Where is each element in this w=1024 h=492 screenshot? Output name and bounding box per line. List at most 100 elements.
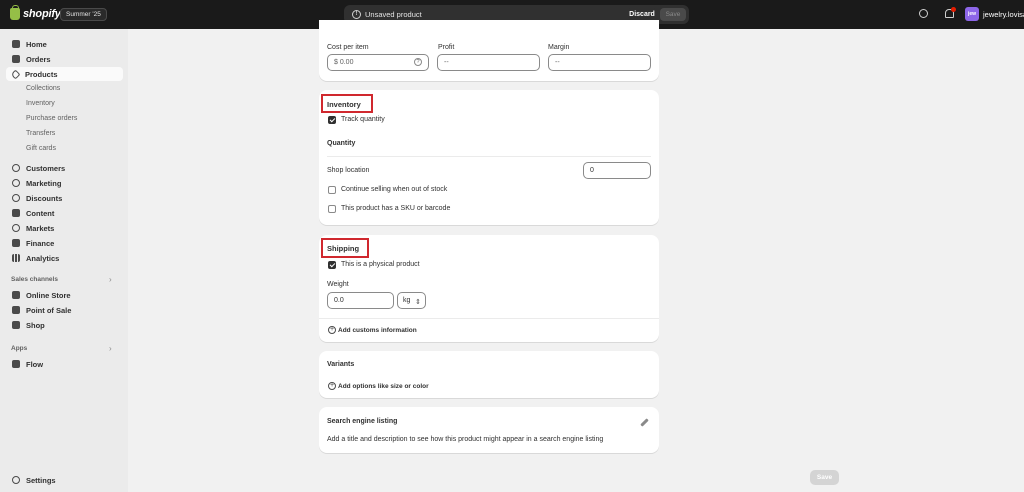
sidebar-item-label: Analytics xyxy=(26,253,60,263)
gear-icon xyxy=(12,476,20,484)
variants-title: Variants xyxy=(327,361,355,368)
globe-icon xyxy=(12,224,20,232)
apps-heading[interactable]: Apps xyxy=(11,345,27,352)
location-quantity-input[interactable]: 0 xyxy=(583,162,651,179)
weight-unit-value: kg xyxy=(403,297,411,304)
chevron-right-icon[interactable]: › xyxy=(109,275,112,284)
track-quantity-label: Track quantity xyxy=(341,116,385,123)
sidebar-item-label: Markets xyxy=(26,223,55,233)
sidebar-item-settings[interactable]: Settings xyxy=(6,473,123,487)
home-icon xyxy=(12,40,20,48)
profit-field: -- xyxy=(437,54,540,71)
sidebar-subitem-purchase-orders[interactable]: Purchase orders xyxy=(26,115,77,122)
shipping-highlight-box xyxy=(321,238,369,258)
chevron-right-icon[interactable]: › xyxy=(109,344,112,353)
chart-icon xyxy=(12,254,20,262)
sidebar-item-label: Flow xyxy=(26,359,44,369)
flow-icon xyxy=(12,360,20,368)
sidebar-subitem-collections[interactable]: Collections xyxy=(26,85,60,92)
sidebar-item-online-store[interactable]: Online Store xyxy=(6,288,123,302)
sidebar-subitem-transfers[interactable]: Transfers xyxy=(26,130,55,137)
add-customs-link[interactable]: Add customs information xyxy=(338,327,417,334)
sidebar-item-label: Products xyxy=(25,69,58,79)
plus-circle-icon: + xyxy=(328,326,336,334)
info-icon: ! xyxy=(352,10,361,19)
save-button[interactable]: Save xyxy=(660,8,686,21)
inventory-card: Inventory Track quantity Quantity Shop l… xyxy=(319,90,659,225)
physical-product-checkbox[interactable] xyxy=(328,261,336,269)
point-of-sale-icon xyxy=(12,306,20,314)
sidebar-item-label: Online Store xyxy=(26,290,71,300)
edition-badge: Summer '25 xyxy=(60,8,107,21)
has-sku-checkbox[interactable] xyxy=(328,205,336,213)
sidebar-item-flow[interactable]: Flow xyxy=(6,357,123,371)
continue-selling-checkbox[interactable] xyxy=(328,186,336,194)
pricing-card: Cost per item $ 0.00 ? Profit -- Margin … xyxy=(319,20,659,81)
margin-field: -- xyxy=(548,54,651,71)
sidebar-item-content[interactable]: Content xyxy=(6,206,123,220)
unsaved-label: Unsaved product xyxy=(365,10,422,19)
save-button-bottom[interactable]: Save xyxy=(810,470,839,485)
shop-icon xyxy=(12,321,20,329)
help-icon[interactable]: ? xyxy=(414,58,422,66)
track-quantity-checkbox[interactable] xyxy=(328,116,336,124)
add-variant-options-link[interactable]: Add options like size or color xyxy=(338,383,429,390)
sidebar-item-label: Content xyxy=(26,208,55,218)
variants-card: Variants + Add options like size or colo… xyxy=(319,351,659,398)
sidebar-item-point-of-sale[interactable]: Point of Sale xyxy=(6,303,123,317)
logo-text: shopify xyxy=(23,8,61,20)
sidebar-item-label: Shop xyxy=(26,320,45,330)
physical-product-label: This is a physical product xyxy=(341,261,420,268)
shopify-logo[interactable]: shopify xyxy=(10,5,61,20)
sales-channels-heading[interactable]: Sales channels xyxy=(11,276,58,283)
weight-unit-select[interactable]: kg ⇕ xyxy=(397,292,426,309)
shipping-card: Shipping This is a physical product Weig… xyxy=(319,235,659,342)
pencil-icon[interactable] xyxy=(640,418,649,427)
sidebar-item-marketing[interactable]: Marketing xyxy=(6,176,123,190)
content-icon xyxy=(12,209,20,217)
quantity-heading: Quantity xyxy=(327,140,356,147)
sidebar-subitem-inventory[interactable]: Inventory xyxy=(26,100,55,107)
sidebar-item-analytics[interactable]: Analytics xyxy=(6,251,123,265)
shop-location-label: Shop location xyxy=(327,167,370,174)
divider xyxy=(319,318,659,319)
weight-input[interactable]: 0.0 xyxy=(327,292,394,309)
cost-value: $ 0.00 xyxy=(334,59,354,66)
online-store-icon xyxy=(12,291,20,299)
sidebar-item-label: Marketing xyxy=(26,178,62,188)
person-icon xyxy=(12,164,20,172)
sidebar-item-label: Customers xyxy=(26,163,66,173)
sidebar-item-products[interactable]: Products xyxy=(6,67,123,81)
continue-selling-label: Continue selling when out of stock xyxy=(341,186,448,193)
cost-per-item-label: Cost per item xyxy=(327,44,369,51)
store-icon[interactable] xyxy=(919,9,928,18)
has-sku-label: This product has a SKU or barcode xyxy=(341,205,451,212)
sidebar-item-label: Point of Sale xyxy=(26,305,72,315)
sidebar-item-markets[interactable]: Markets xyxy=(6,221,123,235)
discount-icon xyxy=(12,194,20,202)
tag-icon xyxy=(10,69,21,79)
seo-title: Search engine listing xyxy=(327,418,398,425)
inventory-highlight-box xyxy=(321,94,373,113)
sidebar-subitem-gift-cards[interactable]: Gift cards xyxy=(26,145,56,152)
chevron-updown-icon: ⇕ xyxy=(415,299,421,306)
sidebar-item-shop[interactable]: Shop xyxy=(6,318,123,332)
cost-per-item-input[interactable]: $ 0.00 ? xyxy=(327,54,429,71)
seo-description: Add a title and description to see how t… xyxy=(327,436,604,443)
sidebar-item-discounts[interactable]: Discounts xyxy=(6,191,123,205)
account-name[interactable]: jewelry.lovisa xyxy=(983,10,1024,19)
sidebar-item-label: Settings xyxy=(26,475,56,485)
plus-circle-icon: + xyxy=(328,382,336,390)
sidebar: Home Orders Products Collections Invento… xyxy=(0,29,128,492)
sidebar-item-orders[interactable]: Orders xyxy=(6,52,123,66)
avatar[interactable]: jew xyxy=(965,7,979,21)
seo-card: Search engine listing Add a title and de… xyxy=(319,407,659,453)
shopify-bag-icon xyxy=(10,5,20,20)
weight-label: Weight xyxy=(327,281,349,288)
profit-label: Profit xyxy=(438,44,455,51)
sidebar-item-home[interactable]: Home xyxy=(6,37,123,51)
divider xyxy=(327,156,651,157)
target-icon xyxy=(12,179,20,187)
sidebar-item-finance[interactable]: Finance xyxy=(6,236,123,250)
sidebar-item-customers[interactable]: Customers xyxy=(6,161,123,175)
